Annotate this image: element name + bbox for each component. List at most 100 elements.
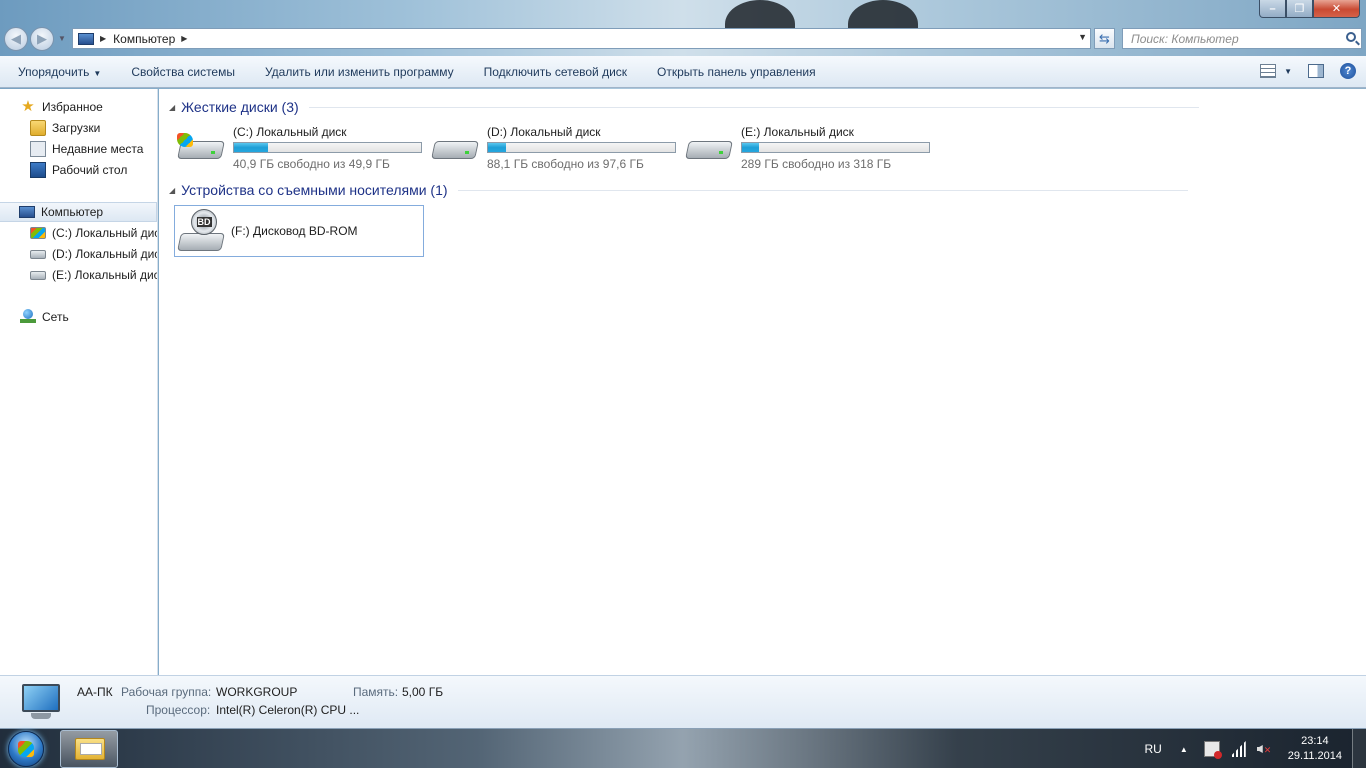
nav-drive-e-label: (E:) Локальный диск (52, 268, 158, 282)
recent-pages-dropdown[interactable]: ▼ (58, 34, 66, 43)
nav-desktop-label: Рабочий стол (52, 163, 128, 177)
maximize-button[interactable]: ❐ (1286, 0, 1313, 18)
content-pane: ◢ Жесткие диски (3) (C:) Локальный диск … (159, 89, 1366, 675)
desktop-icon (30, 162, 46, 178)
details-pane: АА-ПК Рабочая группа: WORKGROUP Память: … (0, 675, 1366, 728)
clock[interactable]: 23:14 29.11.2014 (1288, 734, 1342, 764)
clock-date: 29.11.2014 (1287, 750, 1342, 762)
collapse-triangle-icon: ◢ (169, 185, 176, 195)
uninstall-program-button[interactable]: Удалить или изменить программу (250, 65, 469, 79)
downloads-folder-icon (30, 120, 46, 136)
bd-logo: BD (196, 217, 212, 227)
nav-drive-d[interactable]: (D:) Локальный диск (30, 244, 158, 264)
system-tray: RU ▲ 23:14 29.11.2014 (1144, 729, 1366, 768)
search-input[interactable]: Поиск: Компьютер (1122, 28, 1362, 49)
drive-d-free-space: 88,1 ГБ свободно из 97,6 ГБ (487, 157, 644, 171)
help-button[interactable]: ? (1340, 63, 1356, 79)
navigation-row: ◀ ▶ ▼ ▶ Компьютер ▶ ▼ ⇆ Поиск: Компьютер (0, 24, 1366, 52)
bd-rom-name: (F:) Дисковод BD-ROM (231, 224, 358, 238)
computer-name: АА-ПК (77, 685, 113, 699)
folder-icon (75, 738, 105, 760)
language-indicator[interactable]: RU (1144, 742, 1161, 756)
refresh-icon: ⇆ (1099, 30, 1110, 46)
nav-drive-d-label: (D:) Локальный диск (52, 247, 158, 261)
organize-button[interactable]: Упорядочить ▼ (0, 65, 116, 79)
network-signal-icon[interactable] (1229, 741, 1246, 757)
window-titlebar: – ❐ ✕ ◀ ▶ ▼ ▶ Компьютер ▶ ▼ ⇆ Поиск: Ком… (0, 0, 1366, 56)
taskbar-explorer-button[interactable] (60, 730, 118, 768)
forward-button[interactable]: ▶ (30, 27, 54, 51)
action-center-icon[interactable] (1203, 741, 1222, 759)
recent-places-icon (30, 141, 46, 157)
show-hidden-icons-button[interactable]: ▲ (1180, 745, 1188, 754)
back-button[interactable]: ◀ (4, 27, 28, 51)
command-bar: Упорядочить ▼ Свойства системы Удалить ил… (0, 56, 1366, 88)
removable-devices-title: Устройства со съемными носителями (1) (181, 182, 448, 198)
nav-downloads-label: Загрузки (52, 121, 101, 135)
show-desktop-button[interactable] (1352, 729, 1366, 768)
drive-d-usage-bar (487, 142, 676, 153)
drive-tile-d[interactable]: (D:) Локальный диск 88,1 ГБ свободно из … (431, 123, 681, 173)
window-controls: – ❐ ✕ (1259, 0, 1360, 18)
nav-downloads[interactable]: Загрузки (30, 118, 100, 138)
breadcrumb-computer[interactable]: Компьютер (113, 32, 175, 46)
windows-drive-icon (177, 133, 225, 161)
back-arrow-icon: ◀ (11, 31, 21, 46)
nav-computer-label: Компьютер (41, 205, 104, 219)
map-network-drive-button[interactable]: Подключить сетевой диск (469, 65, 642, 79)
close-button[interactable]: ✕ (1313, 0, 1360, 18)
nav-network-label: Сеть (42, 310, 69, 324)
refresh-button[interactable]: ⇆ (1094, 28, 1115, 49)
system-properties-button[interactable]: Свойства системы (116, 65, 250, 79)
open-control-panel-button[interactable]: Открыть панель управления (642, 65, 831, 79)
hard-drive-icon (30, 270, 46, 280)
nav-computer[interactable]: Компьютер (0, 202, 157, 222)
processor-value: Intel(R) Celeron(R) CPU ... (216, 703, 360, 717)
views-icon (1260, 64, 1277, 78)
drive-c-usage-bar (233, 142, 422, 153)
drive-c-usage-fill (234, 143, 268, 152)
start-button[interactable] (8, 731, 44, 767)
windows-logo-icon (177, 133, 193, 147)
address-bar[interactable]: ▶ Компьютер ▶ ▼ (72, 28, 1091, 49)
drive-tile-c[interactable]: (C:) Локальный диск 40,9 ГБ свободно из … (177, 123, 427, 173)
computer-icon (18, 684, 62, 724)
nav-drive-e[interactable]: (E:) Локальный диск (30, 265, 158, 285)
address-dropdown-button[interactable]: ▼ (1078, 32, 1087, 42)
hard-disks-title: Жесткие диски (3) (181, 99, 299, 115)
drive-e-usage-bar (741, 142, 930, 153)
search-icon[interactable] (1346, 32, 1356, 42)
nav-recent-label: Недавние места (52, 142, 144, 156)
help-icon: ? (1344, 65, 1352, 77)
windows-drive-icon (30, 227, 46, 239)
nav-recent-places[interactable]: Недавние места (30, 139, 143, 159)
hard-drive-icon (431, 135, 479, 161)
preview-pane-button[interactable] (1308, 64, 1324, 78)
chevron-right-icon[interactable]: ▶ (100, 34, 106, 43)
group-header-removable[interactable]: ◢ Устройства со съемными носителями (1) (169, 182, 1188, 198)
search-placeholder: Поиск: Компьютер (1131, 31, 1239, 46)
drive-tile-e[interactable]: (E:) Локальный диск 289 ГБ свободно из 3… (685, 123, 935, 173)
nav-network[interactable]: Сеть (20, 307, 69, 327)
processor-label: Процессор: (146, 703, 211, 717)
network-icon (20, 309, 36, 325)
nav-favorites[interactable]: ★ Избранное (20, 97, 103, 117)
volume-muted-icon[interactable] (1256, 741, 1272, 757)
minimize-button[interactable]: – (1259, 0, 1286, 18)
chevron-down-icon: ▼ (1284, 66, 1292, 76)
workgroup-label: Рабочая группа: (121, 685, 212, 699)
drive-c-free-space: 40,9 ГБ свободно из 49,9 ГБ (233, 157, 390, 171)
drive-e-free-space: 289 ГБ свободно из 318 ГБ (741, 157, 892, 171)
group-divider (308, 106, 1199, 108)
nav-desktop[interactable]: Рабочий стол (30, 160, 127, 180)
group-header-hard-disks[interactable]: ◢ Жесткие диски (3) (169, 99, 1199, 115)
windows-logo-icon (18, 741, 34, 757)
chevron-right-icon[interactable]: ▶ (181, 34, 187, 43)
drive-tile-bd-rom[interactable]: BD (F:) Дисковод BD-ROM (174, 205, 424, 257)
workgroup-value: WORKGROUP (216, 685, 298, 699)
memory-value: 5,00 ГБ (402, 685, 444, 699)
navigation-pane: ★ Избранное Загрузки Недавние места Рабоч… (0, 89, 158, 675)
nav-drive-c[interactable]: (C:) Локальный диск (30, 223, 157, 243)
change-view-button[interactable]: ▼ (1260, 64, 1292, 78)
memory-label: Память: (353, 685, 399, 699)
